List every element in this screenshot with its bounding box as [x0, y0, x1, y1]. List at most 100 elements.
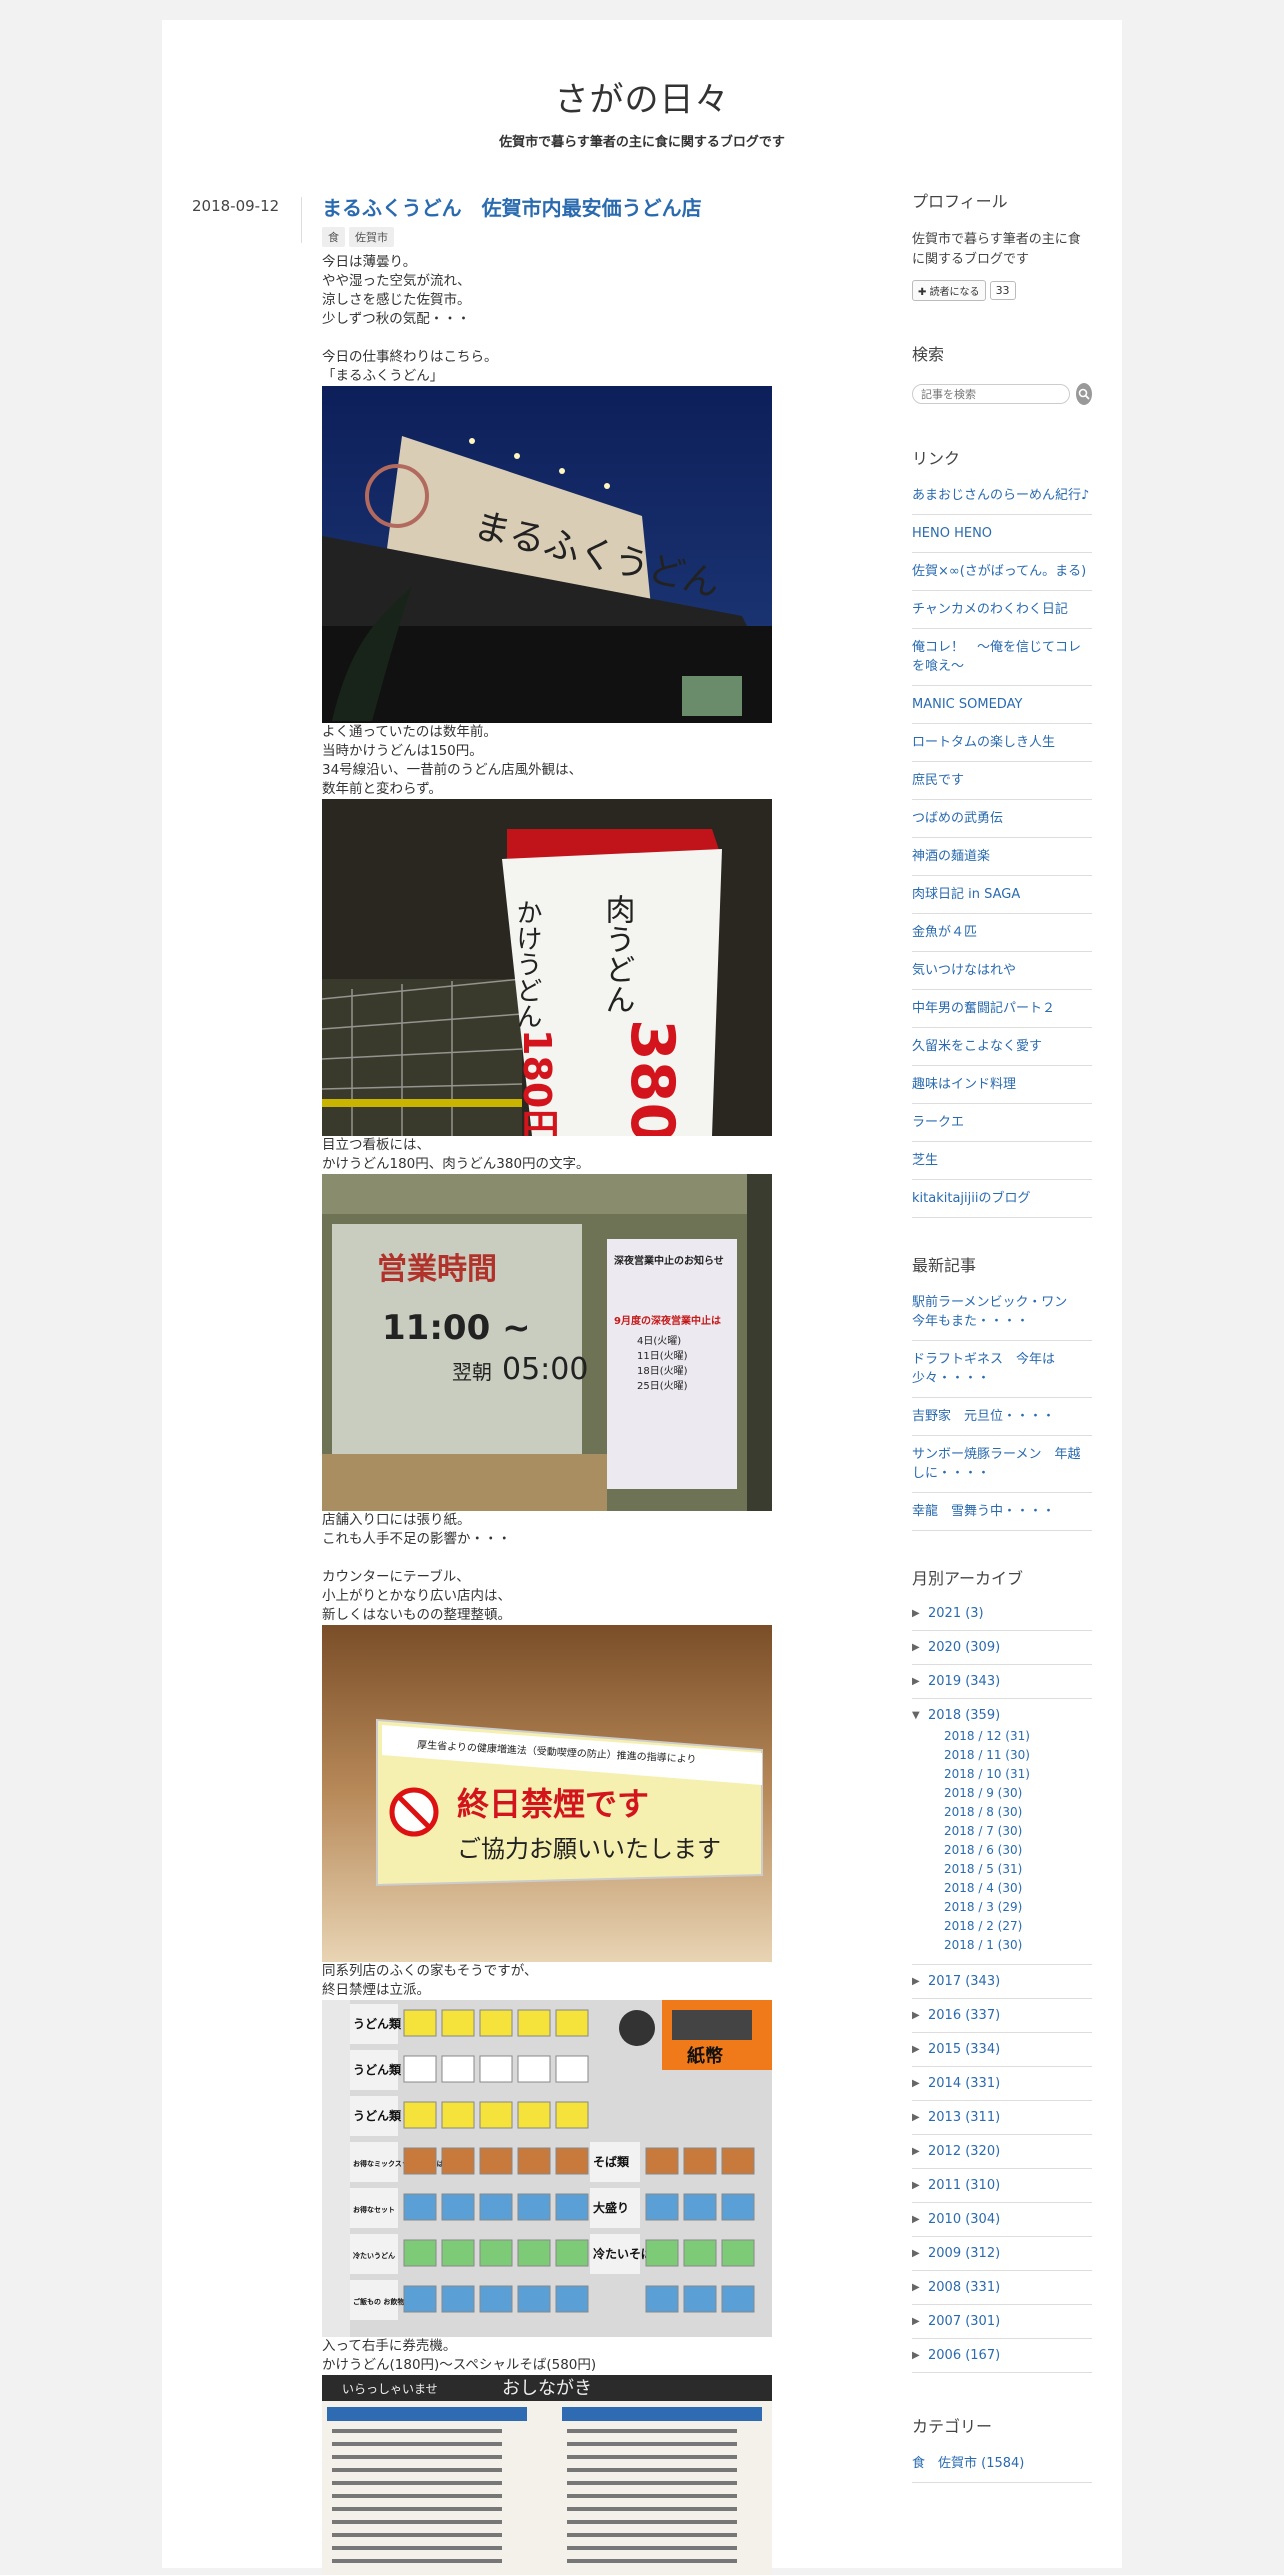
archive-month[interactable]: 2018 / 8 (30) — [944, 1803, 1092, 1822]
triangle-right-icon[interactable]: ▶ — [912, 2316, 922, 2327]
archive-year-label[interactable]: 2013 (311) — [928, 2110, 1000, 2125]
archive-year-toggle[interactable]: ▶ 2008 (331) — [912, 2280, 1092, 2295]
link-item-link[interactable]: あまおじさんのらーめん紀行♪ — [912, 488, 1089, 503]
search-input[interactable] — [912, 384, 1070, 404]
archive-month[interactable]: 2018 / 1 (30) — [944, 1936, 1092, 1955]
archive-year-label[interactable]: 2012 (320) — [928, 2144, 1000, 2159]
entry-date[interactable]: 2018-09-12 — [192, 197, 302, 243]
archive-year-label[interactable]: 2007 (301) — [928, 2314, 1000, 2329]
link-item-link[interactable]: チャンカメのわくわく日記 — [912, 602, 1068, 617]
link-item-link[interactable]: 金魚が４匹 — [912, 925, 977, 940]
archive-year-toggle[interactable]: ▶ 2019 (343) — [912, 1674, 1092, 1689]
link-item-link[interactable]: MANIC SOMEDAY — [912, 697, 1022, 712]
subscribe-button[interactable]: ✚ 読者になる — [912, 280, 986, 301]
triangle-down-icon[interactable]: ▼ — [912, 1710, 922, 1721]
archive-year-toggle[interactable]: ▶ 2007 (301) — [912, 2314, 1092, 2329]
archive-month[interactable]: 2018 / 3 (29) — [944, 1898, 1092, 1917]
archive-month[interactable]: 2018 / 2 (27) — [944, 1917, 1092, 1936]
triangle-right-icon[interactable]: ▶ — [912, 2214, 922, 2225]
archive-year-toggle[interactable]: ▶ 2010 (304) — [912, 2212, 1092, 2227]
archive-year-toggle[interactable]: ▶ 2011 (310) — [912, 2178, 1092, 2193]
archive-year: ▶ 2014 (331) — [912, 2067, 1092, 2101]
link-item-link[interactable]: ラークエ — [912, 1115, 964, 1130]
archive-year-label[interactable]: 2021 (3) — [928, 1606, 984, 1621]
archive-month[interactable]: 2018 / 7 (30) — [944, 1822, 1092, 1841]
link-item-link[interactable]: 久留米をこよなく愛す — [912, 1039, 1042, 1054]
archive-year-label[interactable]: 2015 (334) — [928, 2042, 1000, 2057]
vm-ticket-button — [479, 2009, 513, 2037]
archive-year-toggle[interactable]: ▼ 2018 (359) — [912, 1708, 1092, 1723]
archive-month[interactable]: 2018 / 6 (30) — [944, 1841, 1092, 1860]
entry-title[interactable]: まるふくうどん 佐賀市内最安価うどん店 — [322, 192, 772, 221]
archive-year-toggle[interactable]: ▶ 2009 (312) — [912, 2246, 1092, 2261]
link-item-link[interactable]: kitakitajijiiのブログ — [912, 1191, 1030, 1206]
triangle-right-icon[interactable]: ▶ — [912, 1642, 922, 1653]
archive-year-label[interactable]: 2008 (331) — [928, 2280, 1000, 2295]
archive-month[interactable]: 2018 / 11 (30) — [944, 1746, 1092, 1765]
triangle-right-icon[interactable]: ▶ — [912, 2044, 922, 2055]
category-item-link[interactable]: 食 佐賀市 (1584) — [912, 2456, 1024, 2471]
archive-year-toggle[interactable]: ▶ 2006 (167) — [912, 2348, 1092, 2363]
link-item-link[interactable]: 佐賀×∞(さがばってん。まる) — [912, 564, 1086, 579]
link-item-link[interactable]: 俺コレ！ ～俺を信じてコレを喰え～ — [912, 640, 1081, 674]
sign-kake-text: かけうどん — [512, 899, 542, 1029]
blog-title[interactable]: さがの日々 — [162, 72, 1122, 121]
archive-year-label[interactable]: 2014 (331) — [928, 2076, 1000, 2091]
link-item-link[interactable]: 中年男の奮闘記パート２ — [912, 1001, 1055, 1016]
link-item-link[interactable]: 神酒の麺道楽 — [912, 849, 990, 864]
recent-item-link[interactable]: サンボー焼豚ラーメン 年越しに・・・・ — [912, 1447, 1080, 1481]
archive-year-toggle[interactable]: ▶ 2012 (320) — [912, 2144, 1092, 2159]
archive-year-toggle[interactable]: ▶ 2015 (334) — [912, 2042, 1092, 2057]
triangle-right-icon[interactable]: ▶ — [912, 2248, 922, 2259]
archive-year-label[interactable]: 2009 (312) — [928, 2246, 1000, 2261]
archive-month[interactable]: 2018 / 5 (31) — [944, 1860, 1092, 1879]
archive-year-label[interactable]: 2011 (310) — [928, 2178, 1000, 2193]
triangle-right-icon[interactable]: ▶ — [912, 2282, 922, 2293]
link-item-link[interactable]: 庶民です — [912, 773, 964, 788]
archive-year-label[interactable]: 2016 (337) — [928, 2008, 1000, 2023]
recent-item-link[interactable]: 吉野家 元旦位・・・・ — [912, 1409, 1055, 1424]
link-item-link[interactable]: 趣味はインド料理 — [912, 1077, 1016, 1092]
archive-year-label[interactable]: 2017 (343) — [928, 1974, 1000, 1989]
link-item-link[interactable]: HENO HENO — [912, 526, 992, 541]
archive-year-toggle[interactable]: ▶ 2016 (337) — [912, 2008, 1092, 2023]
archive-month[interactable]: 2018 / 12 (31) — [944, 1727, 1092, 1746]
category-chip[interactable]: 食 — [322, 227, 345, 247]
link-item-link[interactable]: 芝生 — [912, 1153, 938, 1168]
triangle-right-icon[interactable]: ▶ — [912, 1608, 922, 1619]
archive-month[interactable]: 2018 / 4 (30) — [944, 1879, 1092, 1898]
triangle-right-icon[interactable]: ▶ — [912, 2146, 922, 2157]
category-chip[interactable]: 佐賀市 — [349, 227, 394, 247]
link-item-link[interactable]: 肉球日記 in SAGA — [912, 887, 1020, 902]
archive-year-label[interactable]: 2010 (304) — [928, 2212, 1000, 2227]
triangle-right-icon[interactable]: ▶ — [912, 2010, 922, 2021]
triangle-right-icon[interactable]: ▶ — [912, 1976, 922, 1987]
archive-month[interactable]: 2018 / 10 (31) — [944, 1765, 1092, 1784]
archive-year-label[interactable]: 2019 (343) — [928, 1674, 1000, 1689]
archive-year-label[interactable]: 2020 (309) — [928, 1640, 1000, 1655]
recent-item-link[interactable]: 幸龍 雪舞う中・・・・ — [912, 1504, 1055, 1519]
archive-year-toggle[interactable]: ▶ 2021 (3) — [912, 1606, 1092, 1621]
triangle-right-icon[interactable]: ▶ — [912, 2078, 922, 2089]
triangle-right-icon[interactable]: ▶ — [912, 2112, 922, 2123]
link-item-link[interactable]: ロートタムの楽しき人生 — [912, 735, 1055, 750]
menu-text-line — [332, 2429, 502, 2433]
vm-ticket-button — [645, 2193, 679, 2221]
archive-year-toggle[interactable]: ▶ 2013 (311) — [912, 2110, 1092, 2125]
triangle-right-icon[interactable]: ▶ — [912, 2350, 922, 2361]
triangle-right-icon[interactable]: ▶ — [912, 1676, 922, 1687]
archive-year-toggle[interactable]: ▶ 2014 (331) — [912, 2076, 1092, 2091]
archive-year-toggle[interactable]: ▶ 2020 (309) — [912, 1640, 1092, 1655]
archive-year-toggle[interactable]: ▶ 2017 (343) — [912, 1974, 1092, 1989]
link-item-link[interactable]: つばめの武勇伝 — [912, 811, 1003, 826]
search-button[interactable] — [1076, 383, 1092, 405]
notice-date-text: 11日(火曜) — [637, 1350, 688, 1362]
archive-year-label[interactable]: 2006 (167) — [928, 2348, 1000, 2363]
triangle-right-icon[interactable]: ▶ — [912, 2180, 922, 2191]
recent-item-link[interactable]: 駅前ラーメンビック・ワン 今年もまた・・・・ — [912, 1295, 1080, 1329]
vm-ticket-button — [555, 2009, 589, 2037]
archive-month[interactable]: 2018 / 9 (30) — [944, 1784, 1092, 1803]
recent-item-link[interactable]: ドラフトギネス 今年は少々・・・・ — [912, 1352, 1055, 1386]
link-item-link[interactable]: 気いつけなはれや — [912, 963, 1016, 978]
archive-year-label[interactable]: 2018 (359) — [928, 1708, 1000, 1723]
